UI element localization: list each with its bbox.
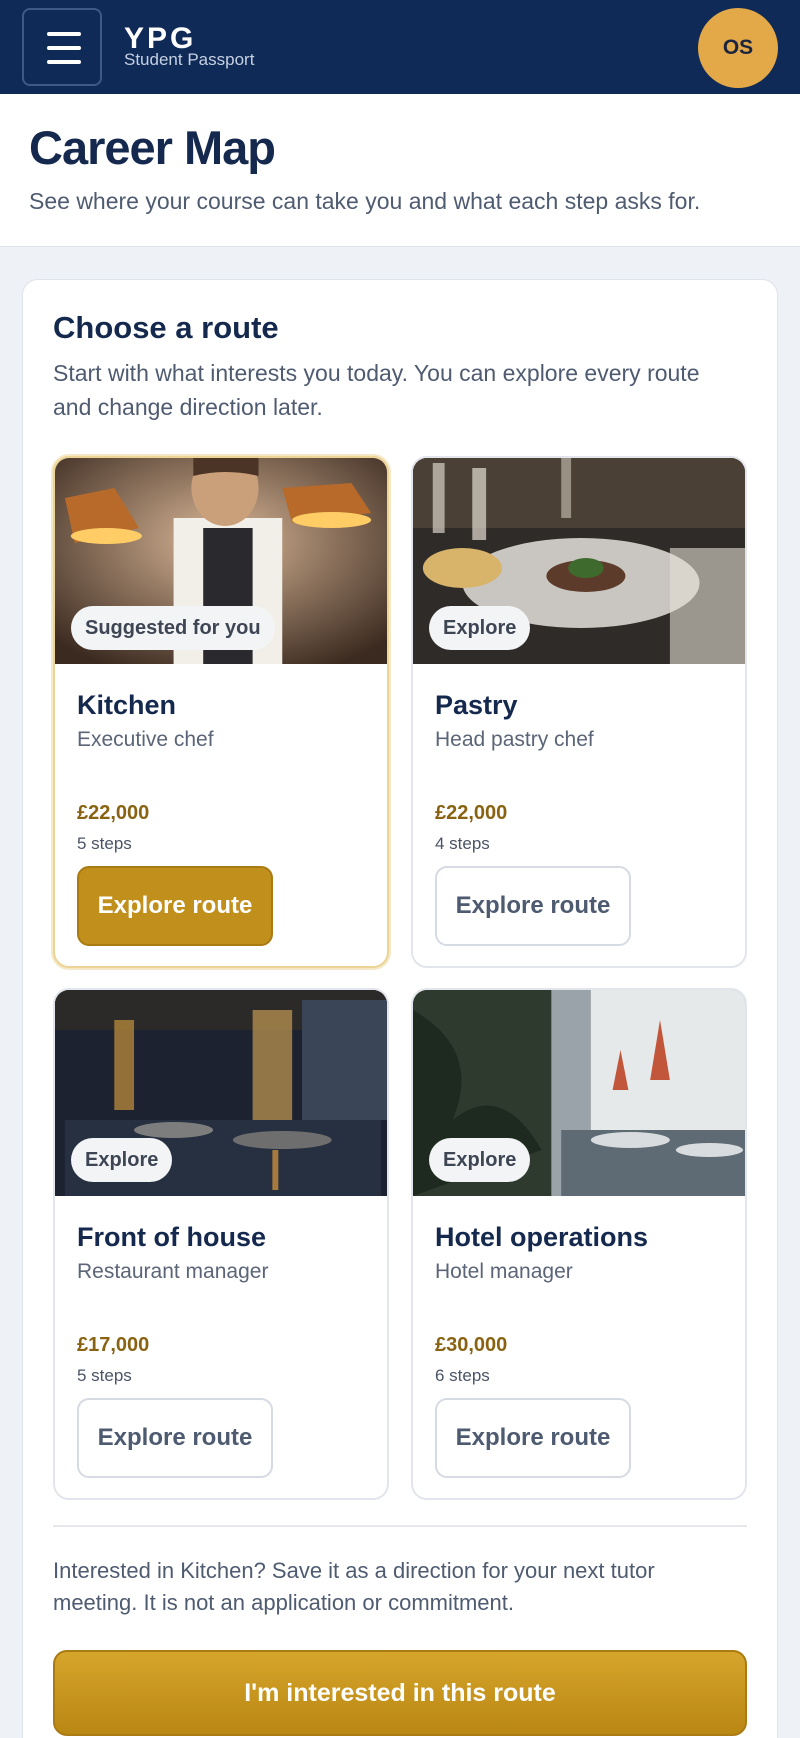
page-header: Career Map See where your course can tak… [0, 94, 800, 247]
route-title: Front of house [77, 1222, 266, 1252]
page-title: Career Map [29, 121, 276, 174]
route-title: Hotel operations [435, 1222, 649, 1252]
routes-card: Choose a route Start with what interests… [22, 279, 778, 1738]
hamburger-icon-line [47, 60, 81, 64]
section-title: Choose a route [53, 310, 279, 345]
interest-note: Interested in Kitchen? Save it as a dire… [53, 1558, 655, 1615]
route-role: Restaurant manager [77, 1260, 269, 1283]
route-salary: £17,000 [77, 1334, 150, 1356]
route-card-pastry[interactable]: Explore Pastry Head pastry chef £22,000 … [411, 456, 747, 968]
route-steps: 4 steps [435, 834, 490, 853]
route-card-kitchen[interactable]: Suggested for you Kitchen Executive chef… [53, 456, 389, 968]
avatar[interactable]: OS [698, 8, 778, 88]
explore-route-button[interactable]: Explore route [77, 866, 273, 946]
explore-route-button[interactable]: Explore route [77, 1398, 273, 1478]
hamburger-icon [47, 32, 81, 36]
menu-button[interactable] [22, 8, 102, 86]
explore-route-button[interactable]: Explore route [435, 866, 631, 946]
divider [53, 1525, 747, 1527]
route-salary: £22,000 [435, 802, 508, 824]
brand-subtitle: Student Passport [124, 50, 255, 69]
route-title: Pastry [435, 690, 518, 720]
route-role: Executive chef [77, 728, 214, 751]
route-card-hotel-operations[interactable]: Explore Hotel operations Hotel manager £… [411, 988, 747, 1500]
route-steps: 5 steps [77, 1366, 132, 1385]
section-description: Start with what interests you today. You… [53, 360, 700, 420]
interested-button[interactable]: I'm interested in this route [53, 1650, 747, 1736]
hamburger-icon-line [47, 46, 81, 50]
route-salary: £22,000 [77, 802, 150, 824]
route-steps: 6 steps [435, 1366, 490, 1385]
route-badge: Explore [71, 1138, 173, 1182]
route-role: Hotel manager [435, 1260, 573, 1283]
route-role: Head pastry chef [435, 728, 594, 751]
route-title: Kitchen [77, 690, 177, 720]
route-steps: 5 steps [77, 834, 132, 853]
page-subtitle: See where your course can take you and w… [29, 188, 701, 214]
route-badge: Suggested for you [71, 606, 275, 650]
route-badge: Explore [429, 606, 531, 650]
route-salary: £30,000 [435, 1334, 508, 1356]
top-bar: YPG Student Passport OS [0, 0, 800, 94]
route-badge: Explore [429, 1138, 531, 1182]
route-card-front-of-house[interactable]: Explore Front of house Restaurant manage… [53, 988, 389, 1500]
explore-route-button[interactable]: Explore route [435, 1398, 631, 1478]
